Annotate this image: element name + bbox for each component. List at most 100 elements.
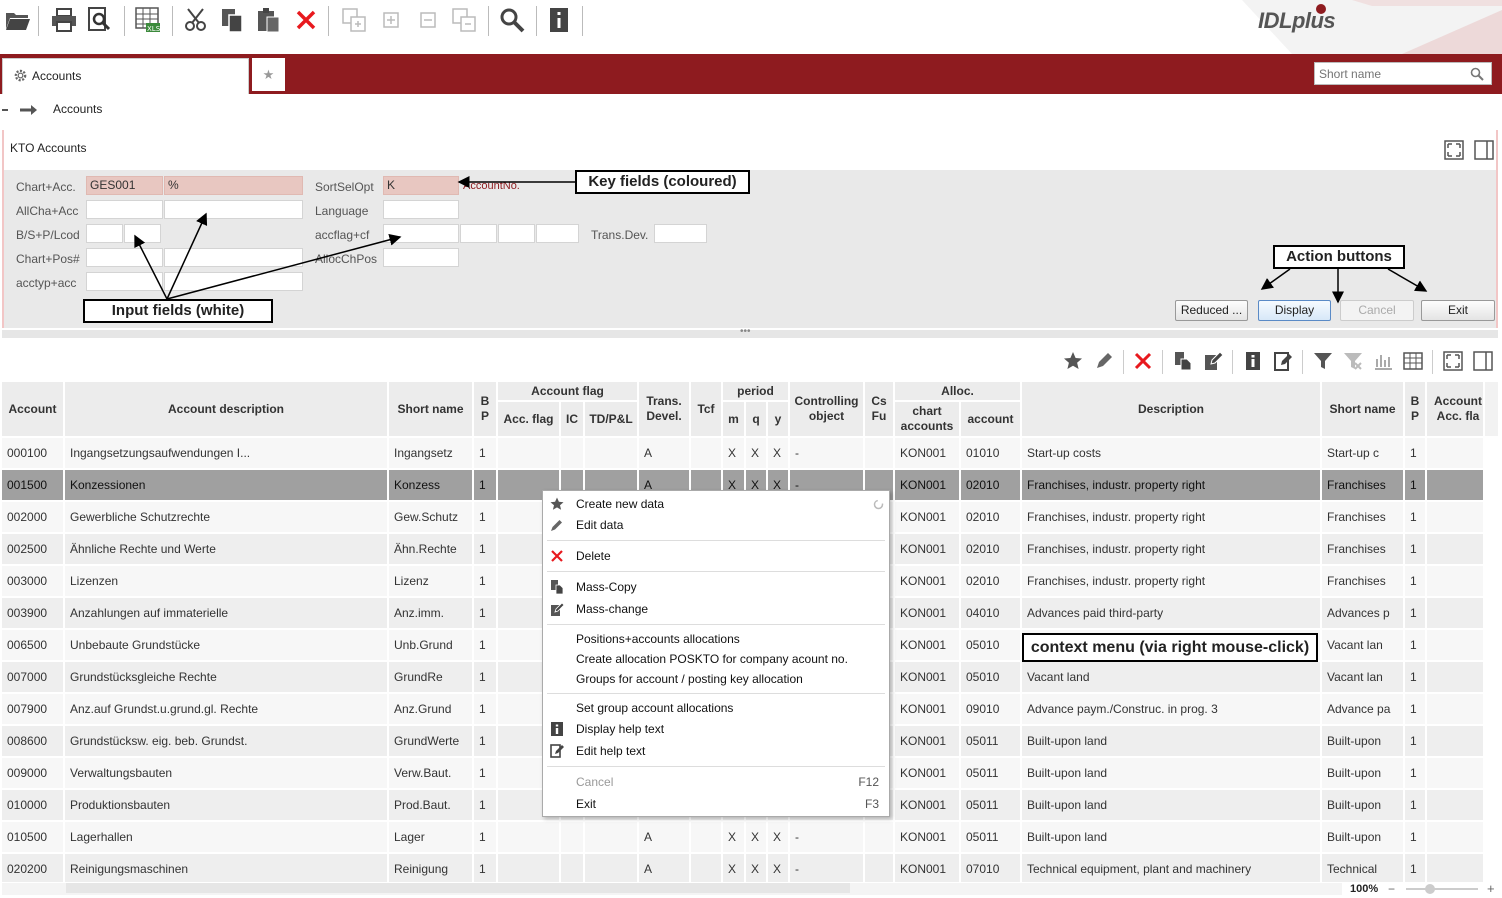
search-icon[interactable] [498,6,526,34]
menu-create-new-data[interactable]: Create new data [543,494,889,514]
table-row[interactable]: 020200 Reinigungsmaschinen Reinigung 1 A X X X -… [2,854,1500,882]
open-folder-icon[interactable] [4,6,32,34]
allcha-input-1[interactable] [86,200,163,219]
menu-delete[interactable]: Delete [543,546,889,566]
col-m[interactable]: m [723,402,746,436]
reduced-button[interactable]: Reduced ... [1175,300,1248,321]
menu-display-help-text[interactable]: Display help text [543,719,889,739]
chart-icon[interactable] [1372,350,1394,372]
language-input[interactable] [383,200,459,219]
info-icon[interactable] [545,6,573,34]
splitter[interactable]: ••• [2,326,1498,338]
help-info-icon[interactable] [1242,350,1264,372]
sortselopt-input[interactable]: K [383,176,459,195]
col-bp[interactable]: B P [474,382,498,436]
col-short-name[interactable]: Short name [389,382,474,436]
favorite-icon[interactable] [1062,350,1084,372]
col-tcf[interactable]: Tcf [691,382,723,436]
zoom-slider-handle[interactable] [1425,884,1435,894]
zoom-in-button[interactable]: + [1487,881,1495,896]
side-panel-icon[interactable] [1474,140,1494,160]
grid-layout-icon[interactable] [1402,350,1424,372]
edit-icon[interactable] [1093,350,1115,372]
col-controlling-object[interactable]: Controlling object [790,382,865,436]
collapse-icon[interactable] [414,6,442,34]
paste-icon[interactable] [254,6,282,34]
excel-export-icon[interactable]: XLS [134,6,162,34]
chartpos-input-1[interactable] [86,248,163,267]
cut-icon[interactable] [182,6,210,34]
mass-change-icon[interactable] [1202,350,1224,372]
mass-copy-icon[interactable] [1172,350,1194,372]
accflag-input-1[interactable] [383,224,459,243]
accflag-input-4[interactable] [536,224,579,243]
table-row[interactable]: 010500 Lagerhallen Lager 1 A X X X - KON001 05011 B… [2,822,1500,854]
menu-cancel[interactable]: Cancel F12 [543,772,889,792]
copy-icon[interactable] [218,6,246,34]
col-bp-2[interactable]: B P [1405,382,1427,436]
transdev-input[interactable] [654,224,707,243]
menu-mass-copy[interactable]: Mass-Copy [543,577,889,597]
col-short-name-2[interactable]: Short name [1322,382,1405,436]
maximize-icon[interactable] [1444,140,1464,160]
remove-node-icon[interactable] [450,6,478,34]
print-icon[interactable] [50,6,78,34]
edit-help-icon[interactable] [1272,350,1294,372]
allocchpos-input[interactable] [383,248,459,267]
accflag-input-3[interactable] [498,224,535,243]
bsp-input-1[interactable] [86,224,123,243]
bsp-input-2[interactable] [124,224,161,243]
col-alloc-account[interactable]: account [961,402,1022,436]
filter-icon[interactable] [1312,350,1334,372]
delete-row-icon[interactable] [1132,350,1154,372]
favorite-star-icon[interactable]: ★ [252,58,285,91]
cell-ctrl: - [790,822,865,852]
expand-icon[interactable] [377,6,405,34]
col-account-description[interactable]: Account description [65,382,389,436]
breadcrumb-item[interactable]: Accounts [53,102,102,116]
menu-positions-accounts-allocations[interactable]: Positions+accounts allocations [543,629,889,649]
accflag-input-2[interactable] [460,224,497,243]
acctyp-input-1[interactable] [86,272,163,291]
table-row[interactable]: 000100 Ingangsetzungsaufwendungen I... Ing… [2,438,1500,470]
print-preview-icon[interactable] [86,6,114,34]
col-q[interactable]: q [746,402,768,436]
col-description[interactable]: Description [1022,382,1322,436]
grid-maximize-icon[interactable] [1442,350,1464,372]
zoom-slider[interactable] [1406,888,1478,890]
menu-mass-change[interactable]: Mass-change [543,599,889,619]
magnifier-icon[interactable] [1470,67,1484,81]
col-ic[interactable]: IC [561,402,585,436]
col-tdpl[interactable]: TD/P&L [585,402,639,436]
menu-set-group-account-allocations[interactable]: Set group account allocations [543,698,889,718]
search-input[interactable] [1315,63,1465,84]
menu-create-allocation-poskto[interactable]: Create allocation POSKTO for company aco… [543,649,889,669]
col-y[interactable]: y [768,402,790,436]
menu-exit[interactable]: Exit F3 [543,794,889,814]
add-node-icon[interactable] [340,6,368,34]
col-chart-accounts[interactable]: chart accounts [895,402,961,436]
zoom-out-button[interactable]: − [1388,882,1395,896]
clear-filter-icon[interactable] [1342,350,1364,372]
col-csfu[interactable]: Cs Fu [865,382,895,436]
col-account-acc-flag[interactable]: Account Acc. fla [1427,382,1485,436]
menu-edit-data[interactable]: Edit data [543,515,889,535]
exit-button[interactable]: Exit [1421,300,1495,321]
cell-description: Start-up costs [1022,438,1322,468]
grid-side-panel-icon[interactable] [1472,350,1494,372]
chart-acc-input-2[interactable]: % [164,176,303,195]
acctyp-input-2[interactable] [164,272,303,291]
chartpos-input-2[interactable] [164,248,303,267]
menu-edit-help-text[interactable]: Edit help text [543,741,889,761]
chart-acc-input-1[interactable]: GES001 [86,176,163,195]
cancel-button[interactable]: Cancel [1340,300,1414,321]
menu-groups-allocation[interactable]: Groups for account / posting key allocat… [543,669,889,689]
tab-accounts[interactable]: Accounts [2,58,249,94]
delete-icon[interactable] [292,6,320,34]
col-trans-devel[interactable]: Trans. Devel. [639,382,691,436]
horizontal-scrollbar-thumb[interactable] [66,883,850,893]
col-account[interactable]: Account [2,382,65,436]
display-button[interactable]: Display [1258,300,1331,321]
col-acc-flag[interactable]: Acc. flag [498,402,561,436]
allcha-input-2[interactable] [164,200,303,219]
